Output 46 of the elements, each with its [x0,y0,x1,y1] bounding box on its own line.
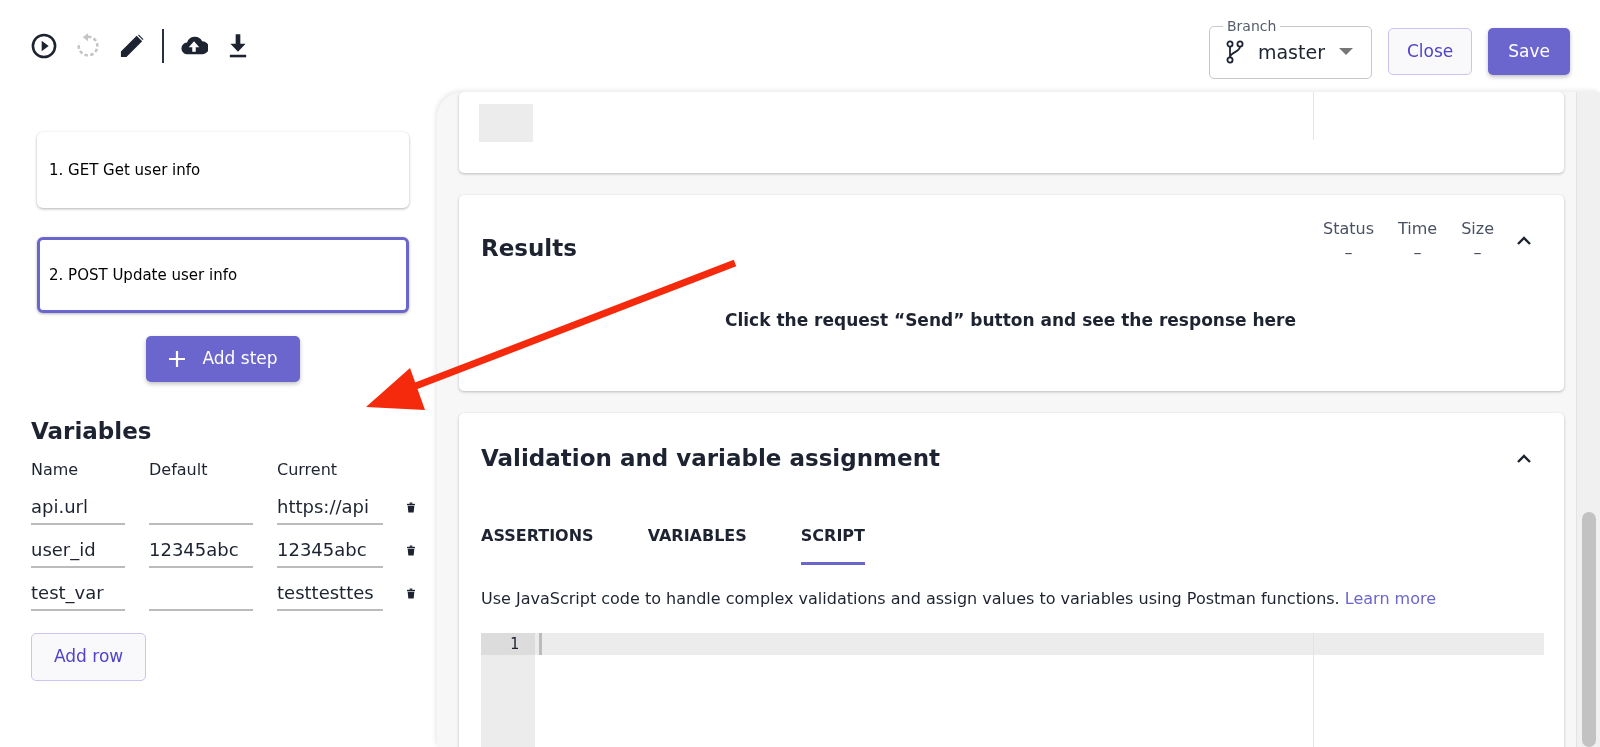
scrollbar[interactable] [1576,92,1600,747]
add-row-button[interactable]: Add row [31,633,147,681]
text-field[interactable]: user_id [31,533,125,568]
learn-more-link[interactable]: Learn more [1344,588,1437,608]
metric-value: – [1413,242,1422,264]
tab[interactable]: VARIABLES [647,523,747,565]
metric-value: – [1344,242,1353,264]
empty-message: Click the request “Send” button and see the response here [723,308,1298,332]
run-icon[interactable] [30,32,58,60]
branch-value: master [1257,39,1325,65]
text-field[interactable]: https://api [277,490,383,525]
column-header: Current [277,459,339,481]
metric-label: Time [1398,218,1438,240]
text-field[interactable]: test_var [31,576,125,611]
close-button[interactable]: Close [1387,27,1473,75]
add-step-button[interactable]: Add step [146,336,300,382]
text-cursor [539,632,542,655]
trash-icon[interactable] [407,586,415,601]
text-field[interactable]: 12345abc [277,533,383,568]
text-field[interactable]: api.url [31,490,125,525]
step-card[interactable]: 1. GET Get user info [37,132,409,208]
text-field[interactable]: 12345abc [149,533,253,568]
column-header: Name [31,459,80,481]
text-field[interactable]: testtesttes [277,576,383,611]
tab[interactable]: ASSERTIONS [481,523,594,565]
chevron-up-icon[interactable] [1516,235,1532,245]
column-header: Default [149,459,209,481]
metric-label: Size [1461,218,1494,240]
metric-value: – [1473,242,1482,264]
metric-label: Status [1323,218,1374,240]
save-button[interactable]: Save [1488,27,1570,75]
tab[interactable]: SCRIPT [800,523,865,565]
description-text: Use JavaScript code to handle complex validations and assign values to variables using Postman functions. Learn more [481,587,1438,610]
trash-icon[interactable] [407,500,415,515]
branch-icon [1225,40,1244,64]
caret-icon [1338,48,1353,56]
pencil-icon[interactable] [118,32,146,60]
plus-icon [168,349,187,368]
card-title: Validation and variable assignment [481,444,940,473]
card-title: Results [481,234,577,263]
line-number: 1 [481,632,535,655]
chevron-up-icon[interactable] [1516,453,1532,464]
trash-icon[interactable] [407,543,415,558]
step-card[interactable]: 2. POST Update user info [37,237,409,313]
section-heading: Variables [31,416,153,446]
code-editor[interactable]: 1 [481,632,1544,747]
